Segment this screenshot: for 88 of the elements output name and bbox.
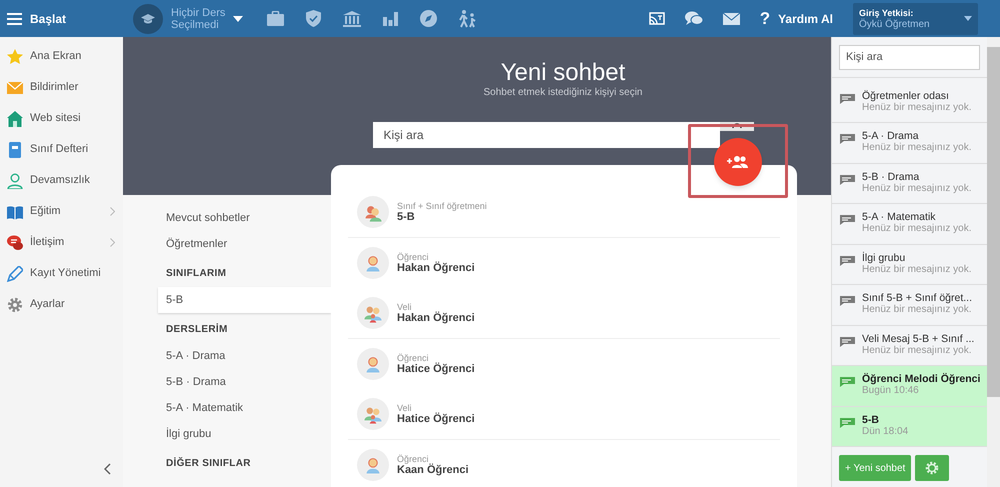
contact-row[interactable]: Sınıf + Sınıf öğretmeni 5-B: [348, 187, 780, 237]
contact-role: Veli: [397, 402, 413, 412]
contact-row[interactable]: Öğrenci Kaan Öğrenci: [348, 440, 780, 487]
contact-name: Hatice Öğrenci: [397, 362, 475, 376]
sidebar-item[interactable]: Devamsızlık: [0, 165, 123, 196]
page-subtitle: Sohbet etmek istediğiniz kişiyi seçin: [484, 87, 642, 99]
notebook-icon: [7, 142, 23, 158]
caret-down-icon: [964, 16, 972, 21]
conversation-item[interactable]: 5-B Dün 18:04: [832, 406, 987, 447]
contact-role: Öğrenci: [397, 454, 429, 464]
contact-role: Öğrenci: [397, 352, 430, 362]
search-field[interactable]: Kişi ara: [372, 122, 720, 148]
briefcase-icon[interactable]: [267, 11, 284, 26]
avatar-icon: [357, 297, 389, 329]
section-heading: DERSLERİM: [165, 322, 229, 337]
login-selector[interactable]: Giriş Yetkisi: Öykü Öğretmen: [853, 2, 978, 34]
nav-item[interactable]: Mevcut sohbetler: [158, 205, 331, 231]
person-outline-icon: [7, 172, 23, 188]
sidebar-item[interactable]: Kayıt Yönetimi: [0, 258, 123, 289]
nav-item[interactable]: İlgi grubu: [158, 421, 331, 447]
bar-chart-icon[interactable]: [383, 12, 398, 26]
avatar-icon: [357, 247, 389, 279]
contact-name: 5-B: [397, 210, 416, 224]
sidebar-item[interactable]: Bildirimler: [0, 72, 123, 103]
sidebar-item[interactable]: Ayarlar: [0, 289, 123, 320]
avatar-icon: [357, 449, 389, 481]
contact-name: Hatice Öğrenci: [397, 412, 475, 426]
nav-item[interactable]: 5-B: [158, 287, 331, 313]
house-icon: [7, 110, 23, 126]
sidebar-item[interactable]: Ana Ekran: [0, 41, 123, 72]
sidebar-item[interactable]: Web sitesi: [0, 103, 123, 134]
envelope-icon: [7, 80, 23, 96]
contact-name: Hakan Öğrenci: [397, 312, 475, 324]
contact-name: Kaan Öğrenci: [397, 464, 469, 476]
contact-row[interactable]: Öğrenci Hakan Öğrenci: [348, 238, 780, 288]
cast-icon[interactable]: [648, 12, 665, 26]
message-icon: [840, 296, 855, 306]
section-heading: SINIFLARIM: [165, 267, 228, 281]
conversation-item[interactable]: Öğrenci Melodi Öğrenci Bugün 10:46: [832, 366, 987, 406]
section-heading: DİĞER SINIFLAR: [165, 456, 252, 471]
menu-icon[interactable]: [7, 12, 22, 24]
star-icon: [7, 48, 23, 64]
menu-label[interactable]: Başlat: [30, 10, 66, 28]
nav-item[interactable]: Öğretmenler: [158, 231, 331, 257]
message-icon: [840, 174, 855, 184]
chat-search-field[interactable]: Kişi ara: [839, 44, 980, 70]
page-title: Yeni sohbet: [500, 59, 626, 87]
contact-role: Veli: [397, 302, 413, 312]
contact-name: Hakan Öğrenci: [397, 262, 475, 274]
nav-item[interactable]: 5-A · Drama: [158, 343, 331, 369]
message-icon: [840, 336, 855, 346]
settings-button[interactable]: [915, 455, 950, 481]
contact-row[interactable]: Öğrenci Hatice Öğrenci: [348, 339, 780, 389]
message-icon: [840, 418, 855, 428]
graduation-cap-icon[interactable]: [133, 4, 163, 34]
mail-icon[interactable]: [722, 12, 740, 24]
sidebar-item[interactable]: Eğitim: [0, 196, 123, 227]
message-icon: [840, 256, 855, 266]
contact-role: Öğrenci: [397, 252, 430, 262]
sidebar-item[interactable]: Sınıf Defteri: [0, 134, 123, 165]
avatar-icon: [357, 398, 389, 430]
gear-icon: [7, 296, 23, 312]
open-book-icon: [7, 204, 23, 220]
add-group-icon: [727, 155, 749, 169]
scrollbar[interactable]: [987, 37, 1000, 487]
shield-check-icon[interactable]: [306, 10, 321, 27]
collapse-chevron-icon[interactable]: [104, 463, 111, 475]
avatar-icon: [357, 196, 389, 228]
compass-icon[interactable]: [420, 10, 437, 27]
gear-icon: [925, 461, 940, 475]
message-icon: [840, 134, 855, 144]
caret-down-icon: [233, 16, 243, 22]
message-icon: [840, 215, 855, 225]
pencil-icon: [7, 266, 23, 282]
contact-row[interactable]: Veli Hakan Öğrenci: [348, 288, 780, 338]
nav-item[interactable]: 5-B · Drama: [158, 369, 331, 395]
walking-people-icon[interactable]: [459, 10, 477, 28]
message-icon: [840, 377, 855, 387]
help-button[interactable]: ? Yardım Al: [760, 10, 833, 28]
avatar-icon: [357, 348, 389, 380]
contact-role: Sınıf + Sınıf öğretmeni: [397, 200, 487, 210]
bank-icon[interactable]: [343, 10, 361, 26]
nav-item[interactable]: 5-A · Matematik: [158, 395, 331, 421]
message-icon: [840, 94, 855, 104]
contact-row[interactable]: Veli Hatice Öğrenci: [348, 389, 780, 439]
chat-bubbles-icon[interactable]: [684, 11, 703, 26]
sidebar-item[interactable]: İletişim: [0, 227, 123, 258]
speech-bubbles-icon: [7, 234, 23, 250]
